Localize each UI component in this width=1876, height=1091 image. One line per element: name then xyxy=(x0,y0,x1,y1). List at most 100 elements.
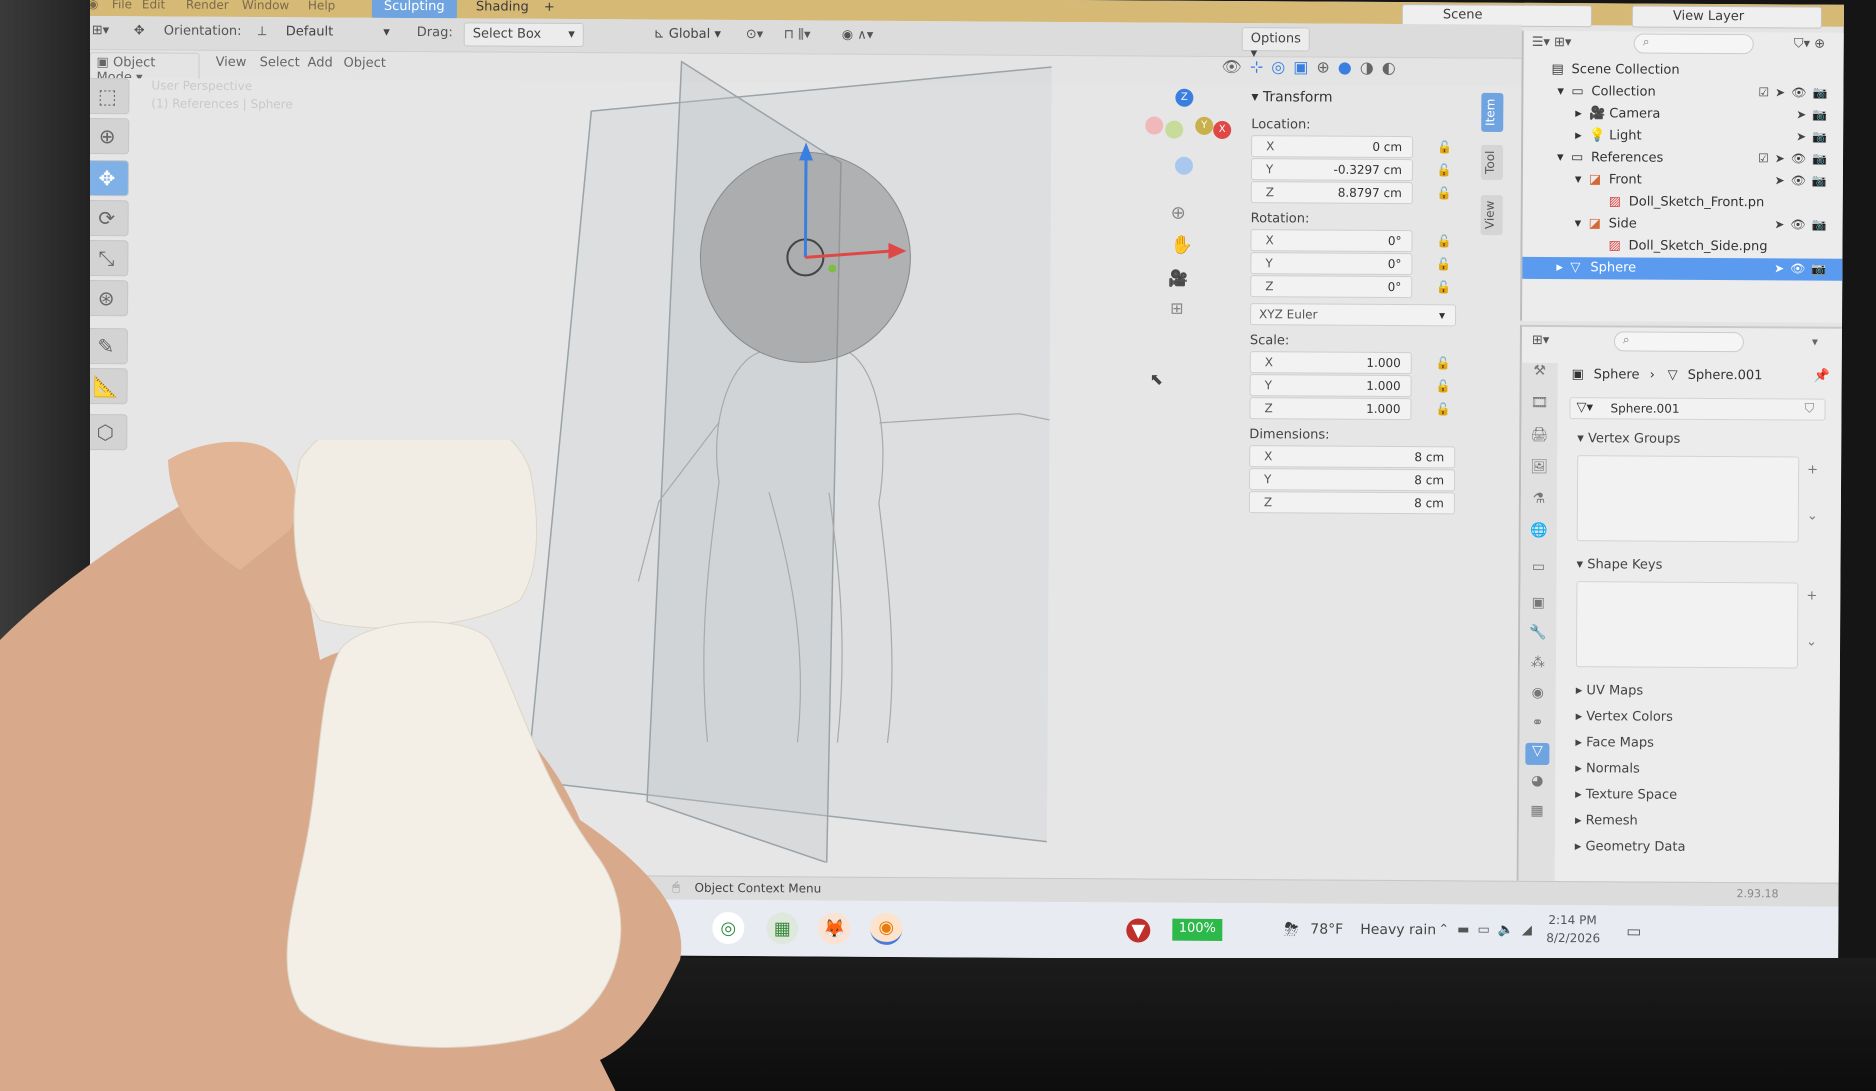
add-vertex-group-button[interactable]: + xyxy=(1807,463,1818,478)
rotation-mode-dropdown[interactable]: XYZ Euler ▾ xyxy=(1249,303,1457,327)
outliner-row-side[interactable]: ▾ ◪ Side ➤👁📷 xyxy=(1523,213,1844,237)
rotation-z-field[interactable]: Z 0° xyxy=(1250,275,1413,299)
dimensions-y-field[interactable]: Y 8 cm xyxy=(1248,468,1456,492)
menu-select[interactable]: Select xyxy=(260,55,300,70)
menu-render[interactable]: Render xyxy=(186,0,229,12)
battery-indicator[interactable]: 100% xyxy=(1172,918,1223,941)
visibility-icon[interactable]: 👁 xyxy=(1222,57,1250,76)
transform-tool-icon[interactable]: ⊛ xyxy=(84,280,129,317)
scale-y-field[interactable]: Y 1.000 xyxy=(1249,374,1412,398)
pan-hand-icon[interactable]: ✋ xyxy=(1170,235,1193,256)
expand-arrow-icon[interactable]: ▸ xyxy=(1556,260,1563,275)
annotate-tool-icon[interactable]: ✎ xyxy=(83,328,128,365)
clock-time[interactable]: 2:14 PM xyxy=(1548,913,1596,927)
gizmo-z-ball[interactable]: Z xyxy=(1175,88,1194,107)
gizmo-toggle-icon[interactable]: ⊹ xyxy=(1250,57,1272,76)
tool-tab-icon[interactable]: ⚒ xyxy=(1528,363,1552,385)
cursor-tool-icon[interactable]: ⊕ xyxy=(85,118,130,155)
ortho-grid-icon[interactable]: ⊞ xyxy=(1170,299,1184,318)
row-toggle-icons[interactable]: ☑➤👁📷 xyxy=(1758,85,1833,99)
weather-temp[interactable]: 78°F xyxy=(1310,922,1343,938)
camera-view-icon[interactable]: 🎥 xyxy=(1168,269,1188,288)
expand-arrow-icon[interactable]: ▾ xyxy=(1557,150,1564,165)
lock-icon[interactable]: 🔓 xyxy=(1435,402,1450,416)
measure-tool-icon[interactable]: 📐 xyxy=(83,368,128,405)
row-toggle-icons[interactable]: ➤👁📷 xyxy=(1774,261,1832,275)
wireframe-shading-icon[interactable]: ⊕ xyxy=(1316,58,1338,77)
transform-section-header[interactable]: ▾ Transform xyxy=(1251,89,1332,105)
spreadsheet-app-icon[interactable]: ▦ xyxy=(766,912,799,945)
physics-tab-icon[interactable]: ◉ xyxy=(1526,685,1550,707)
scene-tab-icon[interactable]: ⚗ xyxy=(1527,491,1551,513)
chevron-down-icon[interactable]: ▾ xyxy=(1812,335,1818,349)
row-toggle-icons[interactable]: ➤📷 xyxy=(1796,107,1833,121)
tab-tool[interactable]: Tool xyxy=(1480,144,1504,180)
tab-sculpting[interactable]: Sculpting xyxy=(371,0,457,19)
expand-arrow-icon[interactable]: ▸ xyxy=(1575,128,1582,143)
gizmo-neg-y-ball[interactable] xyxy=(1165,120,1184,139)
shape-keys-section[interactable]: ▾ Shape Keys xyxy=(1576,557,1662,573)
move-tool-icon[interactable]: ✥ xyxy=(84,160,129,197)
remesh-section[interactable]: ▸ Remesh xyxy=(1575,813,1638,828)
texture-space-section[interactable]: ▸ Texture Space xyxy=(1575,787,1677,803)
breadcrumb-object[interactable]: Sphere xyxy=(1594,367,1640,382)
lock-icon[interactable]: 🔓 xyxy=(1437,163,1452,177)
viewport-shading-controls[interactable]: 👁⊹◎▣⊕●◑◐ xyxy=(1222,57,1404,77)
lock-icon[interactable]: 🔓 xyxy=(1436,234,1451,248)
row-toggle-icons[interactable]: ➤📷 xyxy=(1796,129,1833,143)
lock-icon[interactable]: 🔓 xyxy=(1436,257,1451,271)
chevron-down-icon[interactable]: ⌄ xyxy=(1806,635,1817,650)
location-x-field[interactable]: X 0 cm xyxy=(1251,135,1414,159)
scale-x-field[interactable]: X 1.000 xyxy=(1249,351,1412,375)
system-tray-icons[interactable]: ⌃▬▭🔈◢ xyxy=(1438,922,1540,938)
mesh-datablock-field[interactable]: ▽▾ Sphere.001 ⛉ xyxy=(1569,397,1826,421)
gizmo-y-ball[interactable]: Y xyxy=(1195,116,1214,135)
object-tab-icon[interactable]: ▣ xyxy=(1526,595,1550,617)
collection-tab-icon[interactable]: ▭ xyxy=(1526,559,1550,581)
firefox-icon[interactable]: 🦊 xyxy=(818,912,851,945)
tray-app-icon[interactable]: ▼ xyxy=(1126,918,1151,943)
vertex-groups-list[interactable] xyxy=(1576,455,1800,543)
outliner-row-camera[interactable]: ▸ 🎥 Camera ➤📷 xyxy=(1523,103,1844,127)
row-toggle-icons[interactable]: ☑➤👁📷 xyxy=(1758,151,1833,165)
expand-arrow-icon[interactable]: ▸ xyxy=(1575,106,1582,121)
view-layer-selector[interactable]: View Layer xyxy=(1631,5,1822,29)
clock-date[interactable]: 8/2/2026 xyxy=(1546,931,1600,945)
menu-file[interactable]: File xyxy=(112,0,132,11)
rotate-tool-icon[interactable]: ⟳ xyxy=(84,200,129,237)
outliner-display-mode-icon[interactable]: ☰▾ ⊞▾ xyxy=(1532,35,1572,50)
gizmo-z-axis[interactable] xyxy=(803,152,808,258)
outliner-row-collection[interactable]: ▾ ▭ Collection ☑➤👁📷 xyxy=(1523,81,1844,105)
expand-arrow-icon[interactable]: ▾ xyxy=(1557,84,1564,99)
particles-tab-icon[interactable]: ⁂ xyxy=(1526,655,1550,677)
mesh-data-tab-icon[interactable]: ▽ xyxy=(1525,742,1550,765)
lock-icon[interactable]: 🔓 xyxy=(1437,140,1452,154)
orientation-dropdown[interactable]: Default ▾ xyxy=(278,21,398,46)
editor-type-icon[interactable]: ⊞▾ xyxy=(92,23,110,38)
lock-icon[interactable]: 🔓 xyxy=(1437,186,1452,200)
menu-help[interactable]: Help xyxy=(308,0,335,13)
options-dropdown[interactable]: Options ▾ xyxy=(1241,27,1310,61)
fake-user-shield-icon[interactable]: ⛉ xyxy=(1804,402,1814,417)
filter-icon[interactable]: ⛉▾ ⊕ xyxy=(1794,36,1825,51)
select-tool-icon[interactable]: ⬚ xyxy=(85,78,130,115)
world-tab-icon[interactable]: 🌐 xyxy=(1527,523,1551,545)
proportional-edit-icon[interactable]: ◉ ∧▾ xyxy=(842,28,874,43)
render-tab-icon[interactable]: 🎞 xyxy=(1527,395,1551,417)
notification-icon[interactable]: ▭ xyxy=(1626,921,1641,940)
menu-window[interactable]: Window xyxy=(242,0,289,12)
material-tab-icon[interactable]: ◕ xyxy=(1525,773,1549,795)
constraints-tab-icon[interactable]: ⚭ xyxy=(1525,715,1549,737)
pivot-icon[interactable]: ⊙▾ xyxy=(746,27,764,42)
expand-arrow-icon[interactable]: ▾ xyxy=(1575,172,1582,187)
dimensions-z-field[interactable]: Z 8 cm xyxy=(1248,491,1455,515)
row-toggle-icons[interactable]: ➤👁📷 xyxy=(1775,173,1833,187)
vertex-groups-section[interactable]: ▾ Vertex Groups xyxy=(1577,431,1680,447)
properties-search-input[interactable]: ⌕ xyxy=(1613,331,1744,353)
outliner-row-side-image[interactable]: ▨ Doll_Sketch_Side.png xyxy=(1522,235,1844,259)
gizmo-y-handle[interactable] xyxy=(828,264,837,273)
menu-edit[interactable]: Edit xyxy=(142,0,165,12)
snap-icon[interactable]: ⊓ ⫼▾ xyxy=(784,27,811,42)
menu-add[interactable]: Add xyxy=(308,55,333,70)
rotation-y-field[interactable]: Y 0° xyxy=(1250,252,1413,276)
